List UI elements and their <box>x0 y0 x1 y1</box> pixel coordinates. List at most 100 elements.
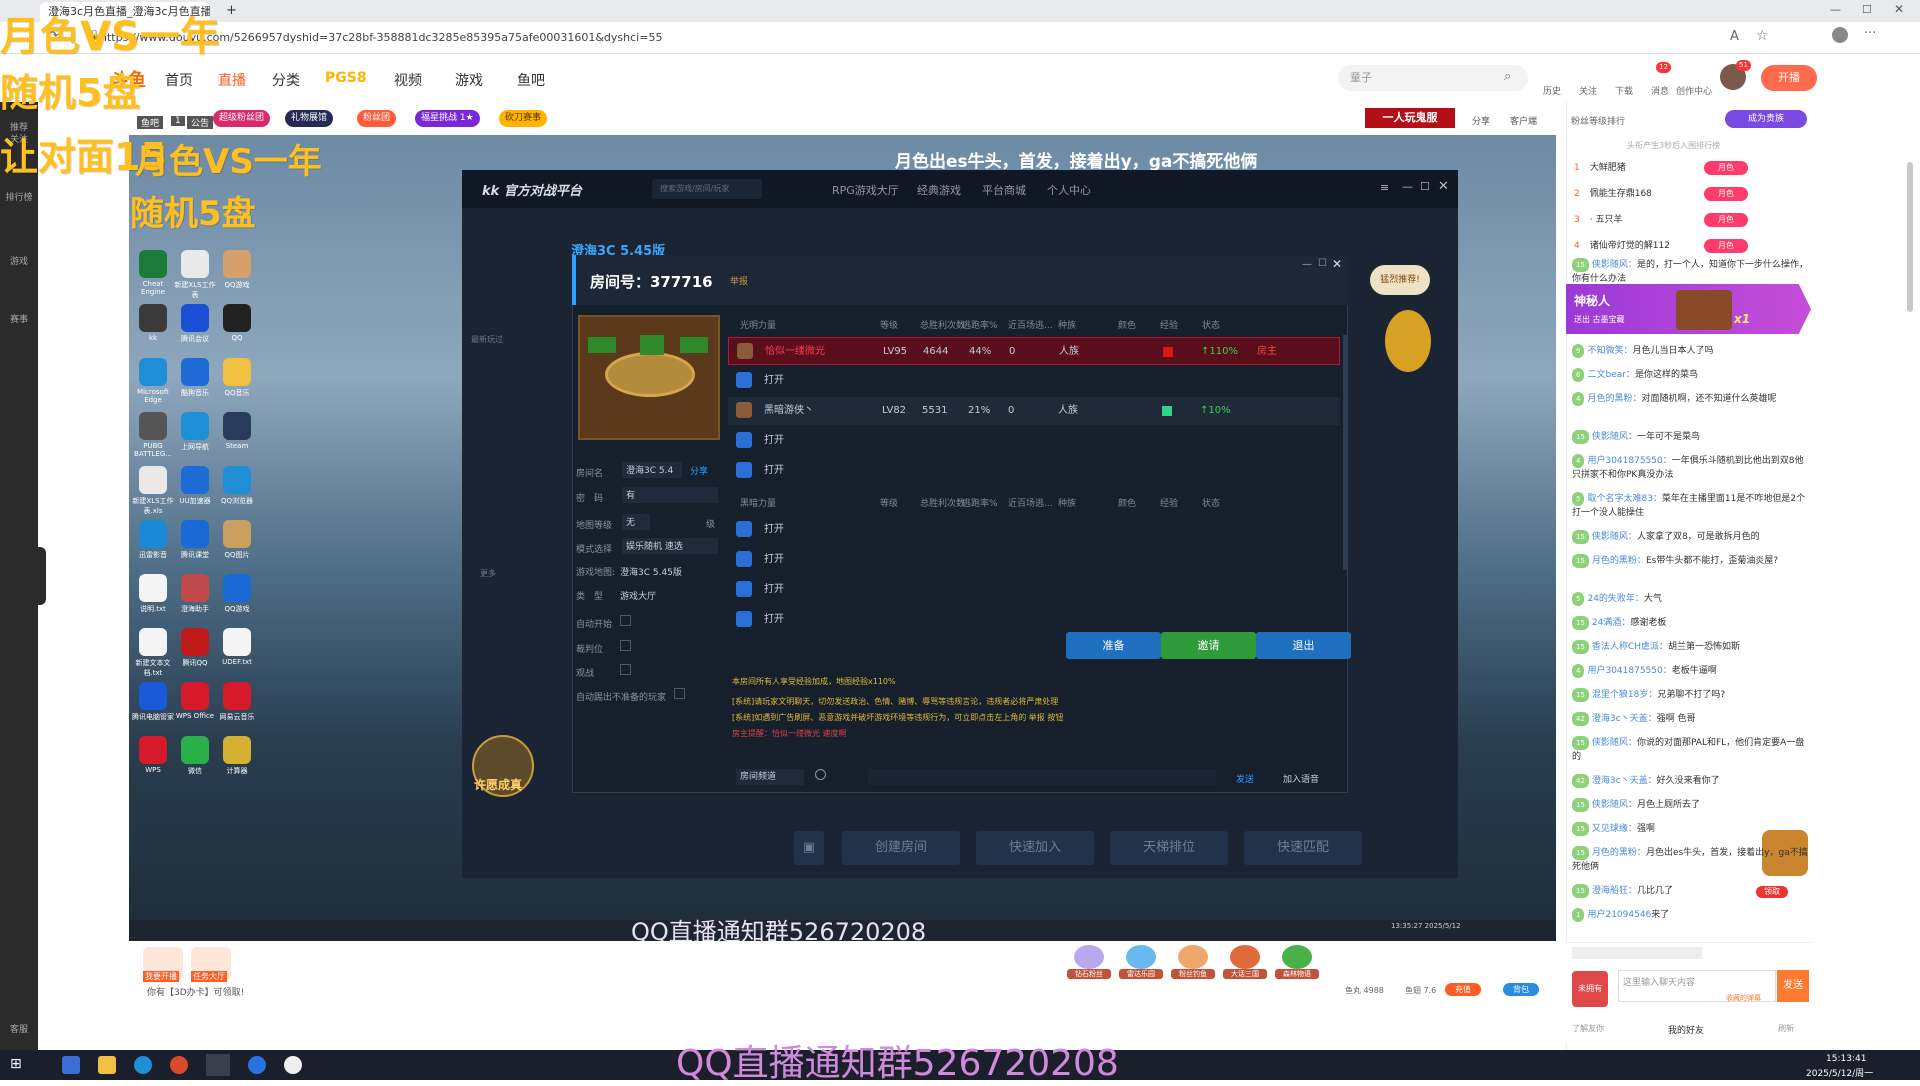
desktop-icon[interactable]: Cheat Engine <box>131 250 175 296</box>
nav-live[interactable]: 直播 <box>218 70 246 90</box>
search-input[interactable]: 童子 <box>1338 65 1528 91</box>
rank-item[interactable]: 3 · 五只羊 月色 <box>1574 209 1804 231</box>
desktop-icon[interactable]: QQ图片 <box>215 520 259 560</box>
chat-message[interactable]: 5 24的失败年：大气 <box>1572 592 1808 606</box>
history-link[interactable]: 历史 <box>1543 84 1561 97</box>
check-kick-unready[interactable] <box>674 688 685 699</box>
chat-input[interactable]: 这里输入聊天内容 <box>1618 970 1776 1002</box>
fan-group-pill[interactable]: 粉丝团 <box>357 110 397 127</box>
rail-event[interactable]: 赛事 <box>0 312 38 325</box>
start-live-button[interactable]: 开播 <box>1761 65 1817 91</box>
nav-home[interactable]: 首页 <box>165 70 193 90</box>
chat-message[interactable]: 15 月色的黑粉：月色出es牛头，首发，接着出y，ga不搞死他俩 <box>1572 846 1808 874</box>
room-name-input[interactable]: 澄海3C 5.4 <box>622 462 682 478</box>
player-list-scrollbar[interactable] <box>1343 335 1347 570</box>
more-label[interactable]: 更多 <box>480 568 496 579</box>
chat-message[interactable]: 15 侠影随风：人家拿了双8，可是敢拆月色的 <box>1572 530 1808 544</box>
chat-message[interactable]: 15 澄海船狂：几比几了 <box>1572 884 1808 898</box>
room-chat-input[interactable] <box>868 769 1216 785</box>
store-icon[interactable] <box>62 1056 80 1074</box>
recharge-button[interactable]: 充值 <box>1445 983 1481 996</box>
room-minimize-icon[interactable]: — <box>1302 259 1312 270</box>
rank-item[interactable]: 4 诸仙帝灯觉的解112 月色 <box>1574 235 1804 257</box>
room-close-icon[interactable]: ✕ <box>1332 257 1342 271</box>
desktop-icon[interactable]: 腾讯电脑管家 <box>131 682 175 722</box>
explorer-icon[interactable] <box>98 1056 116 1074</box>
rail-service[interactable]: 客服 <box>0 1022 38 1035</box>
chat-message[interactable]: 9 不知微笑：月色儿当日本人了吗 <box>1572 344 1808 358</box>
chat-message[interactable]: 4 用户3041875550：一年俱乐斗随机到比他出到双8他只拼家不和你PK真没办… <box>1572 454 1808 482</box>
chat-message[interactable]: 15 侠影随风：你说的对面那PAL和FL，他们肯定要A一盘的 <box>1572 736 1808 764</box>
kk-tab-rpg[interactable]: RPG游戏大厅 <box>832 182 899 198</box>
desktop-icon[interactable]: UDEF.txt <box>215 628 259 666</box>
start-live-label[interactable]: 我要开播 <box>143 971 179 982</box>
desktop-icon[interactable]: 新建XLS工作表 <box>173 250 217 300</box>
follow-link[interactable]: 关注 <box>1579 84 1597 97</box>
super-fan-pill[interactable]: 超级粉丝团 <box>213 110 271 127</box>
gift-item[interactable]: 钻石粉丝 <box>1067 945 1111 979</box>
chat-message[interactable]: 15 又见球缘：强啊 <box>1572 822 1808 836</box>
desktop-icon[interactable]: 腾讯QQ <box>173 628 217 668</box>
close-window-icon[interactable]: ✕ <box>1894 2 1904 16</box>
gift-item[interactable]: 雷达乐园 <box>1119 945 1163 979</box>
desktop-icon[interactable]: 上网导航 <box>173 412 217 452</box>
report-link[interactable]: 举报 <box>730 274 748 287</box>
gift-item[interactable]: 森林物语 <box>1275 945 1319 979</box>
star-challenge-pill[interactable]: 福星挑战 1★ <box>415 110 480 127</box>
gift-banner[interactable]: 神秘人 送出 古墨宝藏 x1 <box>1566 284 1811 334</box>
desktop-icon[interactable]: Steam <box>215 412 259 450</box>
desktop-icon[interactable]: 迅雷影音 <box>131 520 175 560</box>
rank-item[interactable]: 1 大鲜肥猪 月色 <box>1574 157 1804 179</box>
chat-message[interactable]: 42 澄海3c丶天盖：好久没来看你了 <box>1572 774 1808 788</box>
page-scrollbar[interactable] <box>1907 162 1913 312</box>
kk-search-input[interactable]: 搜索游戏/房间/玩家 <box>652 179 762 199</box>
chat-message[interactable]: 1 用户21094546来了 <box>1572 908 1808 922</box>
dark-slot-row[interactable]: 打开 <box>728 516 1340 544</box>
desktop-icon[interactable]: QQ <box>215 304 259 342</box>
new-tab-icon[interactable]: + <box>226 3 237 18</box>
dark-slot-row[interactable]: 打开 <box>728 546 1340 574</box>
more-icon[interactable]: ··· <box>1864 26 1876 41</box>
desktop-icon[interactable]: QQ游戏 <box>215 574 259 614</box>
card-claim-tip[interactable]: 你有【3D办卡】可领取! <box>147 985 244 998</box>
password-input[interactable]: 有 <box>622 487 718 503</box>
gift-item[interactable]: 粉丝钓鱼 <box>1171 945 1215 979</box>
player-slot-row[interactable]: 打开 <box>728 367 1340 395</box>
not-owned-badge[interactable]: 未拥有 <box>1572 971 1608 1007</box>
desktop-icon[interactable]: 说明.txt <box>131 574 175 614</box>
desktop-icon[interactable]: PUBG BATTLEG... <box>131 412 175 458</box>
blade-event-pill[interactable]: 砍刀赛事 <box>499 110 548 127</box>
kk-close-icon[interactable]: ✕ <box>1438 179 1449 194</box>
chat-message[interactable]: 15 侠影随风：月色上厕所去了 <box>1572 798 1808 812</box>
desktop-icon[interactable]: WPS <box>131 736 175 774</box>
chat-message[interactable]: 15 混里个狼18岁：兄弟聊不打了吗? <box>1572 688 1808 702</box>
player-slot-row[interactable]: 打开 <box>728 457 1340 485</box>
refresh-link[interactable]: 刷新 <box>1778 1023 1794 1034</box>
ready-button[interactable]: 准备 <box>1066 632 1161 659</box>
url-field[interactable]: https://www.douyu.com/5266957dyshid=37c2… <box>100 28 1700 48</box>
player-slot-row[interactable]: 恰似一缕微光 LV95 4644 44% 0 人族 ↑110% 房主 <box>728 337 1340 365</box>
quick-match-button[interactable]: 快速匹配 <box>1244 831 1362 865</box>
quick-join-button[interactable]: 快速加入 <box>976 831 1094 865</box>
desktop-icon[interactable]: Microsoft Edge <box>131 358 175 404</box>
kk-maximize-icon[interactable]: ☐ <box>1420 180 1430 193</box>
kk-menu-icon[interactable]: ≡ <box>1380 181 1389 194</box>
kk-tab-mall[interactable]: 平台商城 <box>982 182 1026 198</box>
room-maximize-icon[interactable]: ☐ <box>1318 258 1327 269</box>
chat-send-button[interactable]: 发送 <box>1777 970 1809 1002</box>
desktop-icon[interactable]: UU加速器 <box>173 466 217 506</box>
desktop-icon[interactable]: QQ游戏 <box>215 250 259 290</box>
desktop-icon[interactable]: WPS Office <box>173 682 217 720</box>
exit-button[interactable]: 退出 <box>1256 632 1351 659</box>
nav-fishbar[interactable]: 鱼吧 <box>517 70 545 90</box>
rail-collapse-handle[interactable] <box>36 547 46 605</box>
check-spectate[interactable] <box>620 664 631 675</box>
desktop-icon[interactable]: QQ浏览器 <box>215 466 259 506</box>
create-room-button[interactable]: 创建房间 <box>842 831 960 865</box>
chat-message[interactable]: 15 侠影随风：一年可不是菜鸟 <box>1572 430 1808 444</box>
favorite-icon[interactable]: ☆ <box>1756 28 1769 44</box>
my-friends-tab[interactable]: 我的好友 <box>1668 1023 1704 1036</box>
read-aloud-icon[interactable]: A <box>1730 29 1739 44</box>
app-icon-red[interactable] <box>170 1056 188 1074</box>
join-voice-button[interactable]: 加入语音 <box>1283 772 1319 785</box>
